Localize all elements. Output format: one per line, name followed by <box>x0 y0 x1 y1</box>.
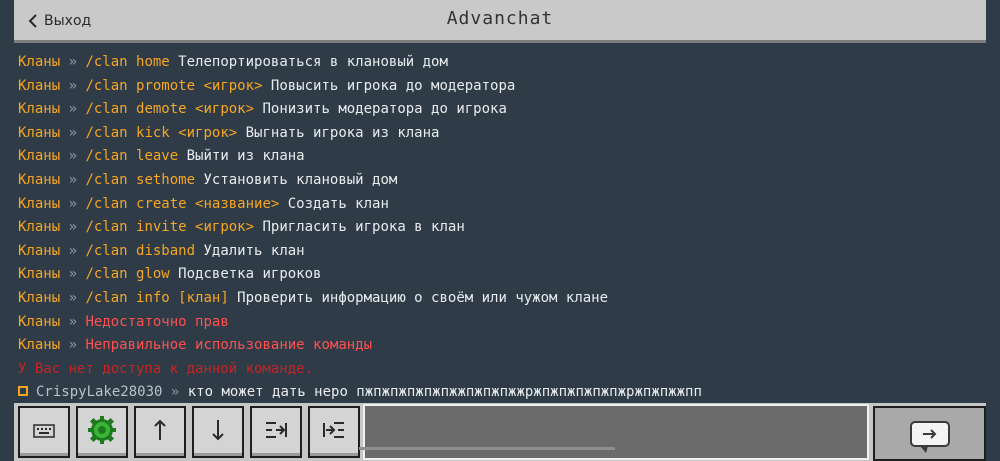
chat-input[interactable] <box>363 404 869 460</box>
clan-prefix: Кланы <box>18 54 61 70</box>
chat-line: Кланы » /clan home Телепортироваться в к… <box>18 51 988 75</box>
chat-line: Кланы » /clan disband Удалить клан <box>18 240 988 264</box>
clan-prefix: Кланы <box>18 242 61 259</box>
command-description: Пригласить игрока в клан <box>254 219 465 236</box>
clan-prefix: Кланы <box>18 101 61 118</box>
command-description: Повысить игрока до модератора <box>262 77 516 94</box>
command-text: /clan promote <игрок> <box>85 77 263 94</box>
command-description: Телепортироваться в клановый дом <box>169 54 448 70</box>
separator: » <box>60 266 86 283</box>
chat-line: Кланы » /clan create <название> Создать … <box>18 193 988 217</box>
player-message: CrispyLake28030 » кто может дать неро пж… <box>18 381 988 403</box>
no-access-message: У Вас нет доступа к данной команде. <box>18 360 314 377</box>
command-text: /clan leave <box>85 148 179 165</box>
separator: » <box>60 171 86 188</box>
separator: » <box>60 195 86 212</box>
chat-line: Кланы » Недостаточно прав <box>18 311 988 335</box>
emote-button[interactable] <box>76 406 128 458</box>
command-text: /clan sethome <box>85 171 196 188</box>
chat-line: Кланы » Неправильное использование коман… <box>18 334 988 358</box>
separator: » <box>60 242 86 259</box>
command-text: /clan create <название> <box>85 195 280 212</box>
clan-prefix: Кланы <box>18 289 61 306</box>
command-description: Создать клан <box>279 195 389 212</box>
page-title: Advanchat <box>446 8 554 29</box>
separator: » <box>60 54 86 70</box>
chat-line: Кланы » /clan info [клан] Проверить инфо… <box>18 287 988 311</box>
separator: » <box>60 219 86 236</box>
history-down-button[interactable] <box>192 406 244 458</box>
chat-log: Кланы » /clan home Телепортироваться в к… <box>18 51 988 403</box>
collapse-icon <box>264 419 288 445</box>
separator: » <box>60 77 86 94</box>
green-gear-icon <box>87 415 117 449</box>
command-description: Удалить клан <box>195 242 305 259</box>
separator: » <box>60 289 86 306</box>
chat-header: Выход Advanchat <box>14 0 986 43</box>
clan-prefix: Кланы <box>18 266 61 283</box>
chat-line: Кланы » /clan leave Выйти из клана <box>18 145 988 169</box>
chat-toolbar <box>14 403 986 461</box>
chat-line: Кланы » /clan demote <игрок> Понизить мо… <box>18 98 988 122</box>
message-text: кто может дать неро пжпжпжпжпжпжжпжпжпжж… <box>187 384 702 401</box>
separator: » <box>60 337 86 354</box>
player-bullet-icon <box>18 386 28 397</box>
command-description: Установить клановый дом <box>195 171 398 188</box>
chat-line: Кланы » /clan promote <игрок> Повысить и… <box>18 75 988 99</box>
clan-prefix: Кланы <box>18 171 61 188</box>
command-description: Подсветка игроков <box>169 266 322 283</box>
clan-prefix: Кланы <box>18 195 61 212</box>
command-text: /clan invite <игрок> <box>85 219 255 236</box>
error-text: Неправильное использование команды <box>85 337 373 354</box>
command-text: /clan glow <box>85 266 170 283</box>
command-description: Выйти из клана <box>178 148 305 165</box>
command-description: Понизить модератора до игрока <box>254 101 507 118</box>
history-up-button[interactable] <box>134 406 186 458</box>
command-text: /clan kick <игрок> <box>85 124 238 141</box>
command-text: /clan home <box>85 54 170 70</box>
collapse-button[interactable] <box>250 406 302 458</box>
separator: » <box>60 101 86 118</box>
chat-line: Кланы » /clan glow Подсветка игроков <box>18 263 988 287</box>
clan-prefix: Кланы <box>18 313 61 330</box>
send-arrow-icon <box>909 420 950 453</box>
command-description: Выгнать игрока из клана <box>237 124 440 141</box>
keyboard-button[interactable] <box>18 406 70 458</box>
expand-button[interactable] <box>308 406 360 458</box>
clan-prefix: Кланы <box>18 148 61 165</box>
arrow-up-icon <box>153 419 167 445</box>
arrow-down-icon <box>211 419 225 445</box>
error-text: Недостаточно прав <box>85 313 229 330</box>
keyboard-icon <box>33 423 55 442</box>
command-text: /clan info [клан] <box>85 289 229 306</box>
send-button[interactable] <box>873 406 986 461</box>
command-text: /clan disband <box>85 242 196 259</box>
separator: » <box>60 313 86 330</box>
chat-line: Кланы » /clan sethome Установить клановы… <box>18 169 988 193</box>
command-text: /clan demote <игрок> <box>85 101 255 118</box>
expand-icon <box>322 419 346 445</box>
clan-prefix: Кланы <box>18 77 61 94</box>
command-description: Проверить информацию о своём или чужом к… <box>228 289 609 306</box>
clan-prefix: Кланы <box>18 124 61 141</box>
clan-prefix: Кланы <box>18 337 61 354</box>
player-name: CrispyLake28030 <box>36 384 163 401</box>
message-separator: » <box>162 384 188 401</box>
clan-prefix: Кланы <box>18 219 61 236</box>
separator: » <box>60 124 86 141</box>
chat-line: Кланы » /clan invite <игрок> Пригласить … <box>18 216 988 240</box>
input-scrollbar[interactable] <box>359 447 615 450</box>
separator: » <box>60 148 86 165</box>
chat-line: Кланы » /clan kick <игрок> Выгнать игрок… <box>18 122 988 146</box>
